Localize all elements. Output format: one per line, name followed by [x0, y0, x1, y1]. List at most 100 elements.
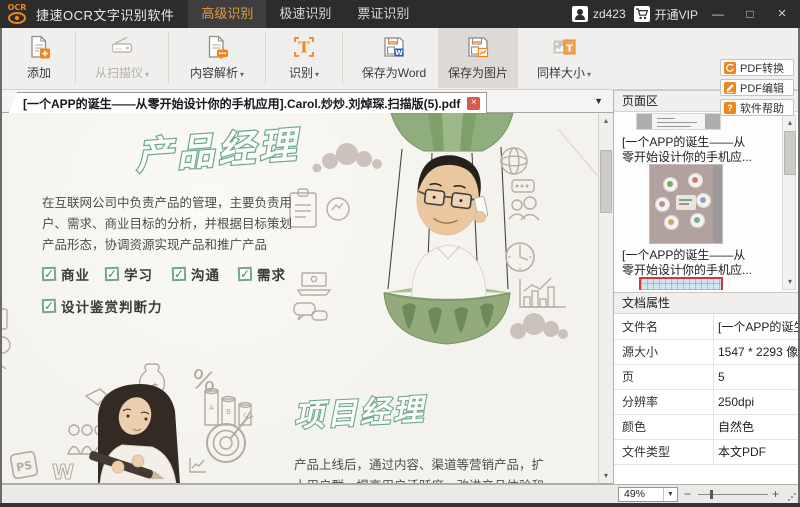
pdf-convert-label: PDF转换: [740, 60, 784, 76]
add-button[interactable]: 添加: [10, 28, 68, 88]
toolbar-separator: [265, 32, 266, 84]
same-size-label: 同样大小: [537, 66, 585, 80]
open-vip-button[interactable]: 开通VIP: [634, 6, 698, 23]
document-filename: [一个APP的诞生——从零开始设计你的手机应用].Carol.炒炒.刘焯琛.扫描…: [23, 95, 460, 112]
checkbox-check-icon: ✓: [238, 267, 252, 281]
dropdown-arrow-icon: ▾: [145, 70, 149, 79]
checkbox-check-icon: ✓: [172, 267, 186, 281]
document-tab[interactable]: [一个APP的诞生——从零开始设计你的手机应用].Carol.炒炒.刘焯琛.扫描…: [8, 92, 487, 113]
scrollbar-thumb[interactable]: [784, 131, 796, 175]
tab-list-dropdown-icon[interactable]: ▼: [594, 96, 603, 106]
save-as-word-button[interactable]: W 保存为Word: [350, 28, 438, 88]
user-icon: [572, 6, 588, 22]
username: zd423: [593, 7, 626, 21]
question-icon: ?: [724, 102, 736, 114]
recognize-button[interactable]: T 识别▾: [273, 28, 335, 88]
checkbox-business: ✓ 商业: [42, 264, 90, 284]
svg-text:A: A: [209, 404, 214, 412]
vip-label: 开通VIP: [655, 6, 698, 23]
svg-text:W: W: [52, 460, 74, 484]
document-properties-table: 文件名 [一个APP的诞生... 源大小 1547 * 2293 像素 页 5 …: [614, 315, 800, 484]
dropdown-arrow-icon: ▾: [315, 70, 319, 79]
svg-text:B: B: [226, 408, 231, 416]
save-image-icon: [438, 33, 518, 61]
checkbox-communication: ✓ 沟通: [172, 264, 220, 284]
property-row: 页 5: [614, 365, 800, 390]
recognize-label: 识别: [289, 66, 313, 80]
close-button[interactable]: ×: [770, 0, 794, 28]
letter-t: T: [298, 39, 310, 57]
pencil-icon: [724, 82, 736, 94]
zoom-level-select[interactable]: 49% ▼: [618, 487, 678, 502]
app-window: OCR 捷速OCR文字识别软件 高级识别 极速识别 票证识别 zd423: [0, 0, 800, 507]
zoom-slider[interactable]: [698, 494, 768, 495]
svg-text:c: c: [243, 411, 247, 419]
page-thumbnail-selected[interactable]: [639, 277, 723, 290]
zoom-in-button[interactable]: +: [772, 487, 779, 502]
title-bar: OCR 捷速OCR文字识别软件 高级识别 极速识别 票证识别 zd423: [0, 0, 800, 28]
from-scanner-button[interactable]: 从扫描仪▾: [83, 28, 161, 88]
minimize-button[interactable]: —: [706, 0, 730, 28]
save-as-image-button[interactable]: 保存为图片: [438, 28, 518, 88]
woman-photo: [88, 384, 180, 484]
cart-icon: [634, 6, 650, 22]
window-border: [0, 503, 800, 507]
titlebar-right: zd423 开通VIP — □ ×: [572, 0, 800, 28]
same-size-button[interactable]: T 同样大小▾: [518, 28, 610, 88]
content-parse-icon: [176, 33, 258, 61]
product-manager-title: 产品经理: [135, 123, 304, 177]
cloud-doodle: [313, 143, 383, 173]
dropdown-arrow-icon: ▾: [240, 70, 244, 79]
content-parse-button[interactable]: 内容解析▾: [176, 28, 258, 88]
cloud-doodle: [510, 313, 568, 339]
pdf-edit-button[interactable]: PDF编辑: [720, 79, 794, 96]
checkbox-check-icon: ✓: [105, 267, 119, 281]
scroll-down-icon[interactable]: ▾: [783, 275, 797, 289]
add-document-icon: [10, 33, 68, 61]
save-image-label: 保存为图片: [438, 64, 518, 81]
document-page: $ % PS A B c W: [0, 113, 598, 484]
document-tab-bar: [一个APP的诞生——从零开始设计你的手机应用].Carol.炒炒.刘焯琛.扫描…: [0, 90, 613, 113]
refresh-icon: [724, 62, 736, 74]
logo-text: OCR: [8, 3, 27, 12]
checkbox-learning: ✓ 学习: [105, 264, 153, 284]
pdf-convert-button[interactable]: PDF转换: [720, 59, 794, 76]
tab-fast-recognition[interactable]: 极速识别: [266, 0, 344, 28]
property-row: 文件名 [一个APP的诞生...: [614, 315, 800, 340]
chevron-down-icon: ▼: [663, 488, 677, 501]
thumbnails-scrollbar[interactable]: ▴ ▾: [782, 115, 796, 290]
page-thumbnail[interactable]: [636, 113, 721, 130]
document-scrollbar[interactable]: ▴ ▾: [598, 113, 613, 484]
scroll-up-icon[interactable]: ▴: [599, 114, 613, 128]
scrollbar-thumb[interactable]: [600, 150, 612, 213]
toolbar-separator: [75, 32, 76, 84]
tab-advanced-recognition[interactable]: 高级识别: [188, 0, 266, 28]
maximize-button[interactable]: □: [738, 0, 762, 28]
tab-ticket-recognition[interactable]: 票证识别: [344, 0, 422, 28]
user-account[interactable]: zd423: [572, 6, 626, 22]
tab-close-icon[interactable]: ×: [467, 97, 480, 110]
software-help-button[interactable]: ? 软件帮助: [720, 99, 794, 116]
checkbox-demand: ✓ 需求: [238, 264, 286, 284]
add-label: 添加: [10, 64, 68, 81]
letter-t: T: [566, 44, 573, 55]
status-bar: 49% ▼ − +: [0, 484, 800, 503]
property-row: 文件类型 本文PDF: [614, 440, 800, 465]
letter-w: W: [395, 49, 403, 57]
mode-tabs: 高级识别 极速识别 票证识别: [188, 0, 422, 28]
property-row: 源大小 1547 * 2293 像素: [614, 340, 800, 365]
page-thumbnail[interactable]: [649, 164, 723, 244]
document-viewport[interactable]: $ % PS A B c W: [0, 113, 613, 484]
scanner-icon: [83, 33, 161, 61]
content-parse-label: 内容解析: [190, 66, 238, 80]
svg-text:PS: PS: [15, 459, 33, 475]
zoom-out-button[interactable]: −: [684, 487, 691, 502]
scroll-down-icon[interactable]: ▾: [599, 469, 613, 483]
recognize-ocr-icon: T: [273, 33, 335, 61]
zoom-value: 49%: [619, 488, 663, 501]
save-word-label: 保存为Word: [350, 64, 438, 81]
resize-grip[interactable]: [788, 493, 796, 501]
from-scanner-label: 从扫描仪: [95, 66, 143, 80]
thumbnail-caption: [一个APP的诞生——从 零开始设计你的手机应...: [622, 248, 752, 278]
zoom-slider-handle[interactable]: [710, 490, 713, 499]
